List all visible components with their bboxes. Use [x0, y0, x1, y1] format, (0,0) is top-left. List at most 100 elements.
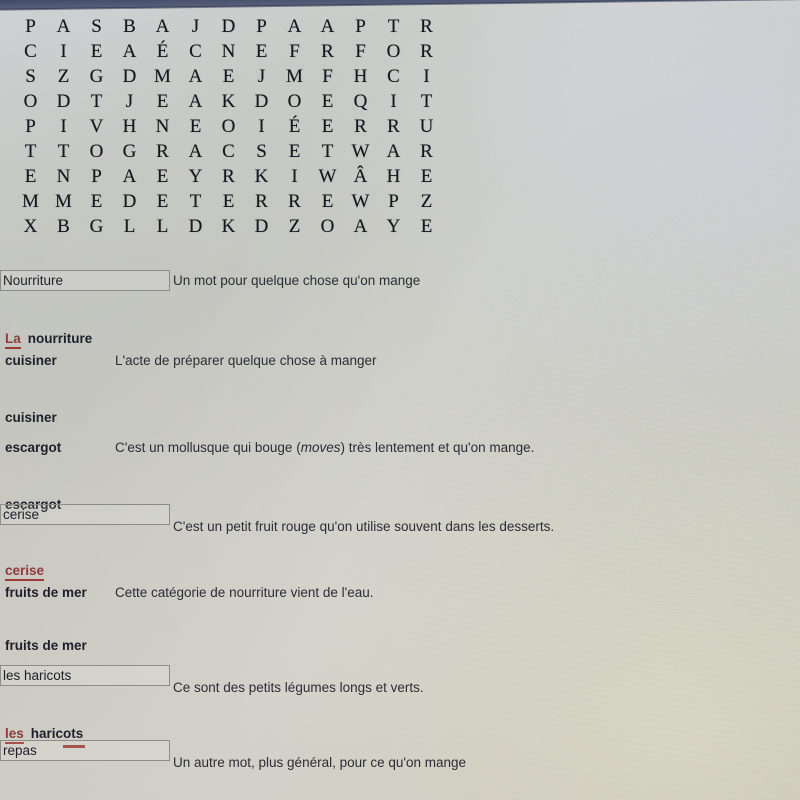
word-search-letter: Y — [386, 216, 401, 237]
word-search-letter: R — [321, 41, 334, 62]
word-search-letter: O — [287, 91, 302, 112]
clue-text-fruits-de-mer: Cette catégorie de nourriture vient de l… — [115, 585, 374, 600]
solution-text-fruits-de-mer: fruits de mer — [0, 638, 800, 653]
photographed-screen: PASBAJDPAAPTRCIEAÉCNEFRFORSZGDMAEJMFHCIO… — [0, 0, 800, 800]
word-search-letter: P — [25, 116, 36, 137]
word-search-letter: E — [288, 141, 301, 162]
word-search-letter: O — [386, 41, 401, 62]
word-search-letter: W — [351, 141, 370, 162]
word-search-letter: X — [23, 216, 38, 237]
word-search-letter: T — [24, 141, 37, 162]
solution-part: La — [5, 331, 21, 349]
word-search-letter: T — [321, 141, 334, 162]
word-search-letter: T — [420, 91, 433, 112]
answer-text-escargot[interactable]: escargot — [0, 440, 112, 455]
solution-part: haricots — [30, 726, 85, 748]
word-search-letter: H — [122, 116, 137, 137]
word-search-letter: I — [60, 116, 67, 137]
word-search-letter: F — [289, 41, 300, 62]
word-search-letter: A — [287, 16, 302, 37]
answer-text-fruits-de-mer[interactable]: fruits de mer — [0, 585, 112, 600]
word-search-letter: Z — [288, 216, 301, 237]
word-search-row: ENPAEYRKIWÂHE — [14, 164, 443, 189]
clue-text-cuisiner: L'acte de préparer quelque chose à mange… — [115, 353, 377, 368]
word-search-letter: E — [321, 91, 334, 112]
solution-text-nourriture: La nourriture — [0, 331, 800, 349]
exercise-prompt-line: repas Un autre mot, plus général, pour ce… — [0, 740, 800, 770]
word-search-letter: S — [25, 66, 36, 87]
solution-space — [24, 726, 31, 741]
word-search-letter: K — [221, 216, 236, 237]
answer-text-cuisiner[interactable]: cuisiner — [0, 353, 112, 368]
word-search-letter: F — [322, 66, 333, 87]
solution-part: fruits de mer — [5, 638, 87, 653]
word-search-letter: R — [156, 141, 169, 162]
word-search-letter: I — [390, 91, 397, 112]
word-search-letter: T — [57, 141, 70, 162]
word-search-letter: D — [254, 91, 269, 112]
word-search-letter: I — [60, 41, 67, 62]
word-search-letter: E — [189, 116, 202, 137]
answer-input-les-haricots[interactable]: les haricots — [0, 665, 170, 686]
word-search-letter: L — [123, 216, 136, 237]
exercise-row: cerise C'est un petit fruit rouge qu'on u… — [0, 504, 800, 581]
word-search-letter: S — [256, 141, 267, 162]
word-search-letter: R — [387, 116, 400, 137]
word-search-letter: E — [222, 66, 235, 87]
clue-text-escargot: C'est un mollusque qui bouge (moves) trè… — [115, 440, 535, 455]
word-search-letter: B — [123, 16, 136, 37]
answer-input-cerise[interactable]: cerise — [0, 504, 170, 525]
word-search-letter: A — [320, 16, 335, 37]
exercise-prompt-line: escargot C'est un mollusque qui bouge (mo… — [0, 440, 800, 455]
word-search-letter: Q — [353, 91, 368, 112]
word-search-letter: R — [420, 41, 433, 62]
word-search-letter: H — [386, 166, 401, 187]
word-search-letter: I — [258, 116, 265, 137]
word-search-letter: O — [221, 116, 236, 137]
word-search-letter: A — [122, 166, 137, 187]
word-search-row: XBGLLDKDZOAYE — [14, 214, 443, 239]
word-search-letter: O — [89, 141, 104, 162]
word-search-letter: R — [420, 141, 433, 162]
word-search-letter: C — [189, 41, 202, 62]
word-search-letter: K — [254, 166, 269, 187]
word-search-row: TTOGRACSETWAR — [14, 139, 443, 164]
exercise-row: cuisiner L'acte de préparer quelque chose… — [0, 353, 800, 425]
word-search-letter: Z — [420, 191, 433, 212]
word-search-letter: E — [321, 116, 334, 137]
word-search-letter: E — [255, 41, 268, 62]
word-search-letter: E — [90, 191, 103, 212]
word-search-letter: M — [22, 191, 39, 212]
word-search-letter: N — [56, 166, 71, 187]
word-search-letter: D — [188, 216, 203, 237]
word-search-letter: E — [222, 191, 235, 212]
word-search-letter: A — [188, 91, 203, 112]
word-search-letter: P — [91, 166, 102, 187]
word-search-letter: J — [125, 91, 134, 112]
word-search-letter: D — [254, 216, 269, 237]
word-search-letter: W — [318, 166, 337, 187]
answer-input-repas[interactable]: repas — [0, 740, 170, 761]
word-search-letter: G — [89, 216, 104, 237]
solution-part: cerise — [5, 563, 45, 581]
word-search-grid: PASBAJDPAAPTRCIEAÉCNEFRFORSZGDMAEJMFHCIO… — [14, 14, 443, 239]
exercise-prompt-line: cuisiner L'acte de préparer quelque chose… — [0, 353, 800, 368]
word-search-letter: U — [419, 116, 434, 137]
word-search-letter: A — [353, 216, 368, 237]
solution-text-cerise: cerise — [0, 563, 800, 581]
answer-input-nourriture[interactable]: Nourriture — [0, 270, 170, 291]
exercise-row: escargot C'est un mollusque qui bouge (mo… — [0, 440, 800, 512]
word-search-letter: E — [156, 166, 169, 187]
word-search-letter: R — [222, 166, 235, 187]
word-search-letter: D — [56, 91, 71, 112]
exercise-row: les haricots Ce sont des petits légumes l… — [0, 665, 800, 748]
exercise-row: fruits de mer Cette catégorie de nourritu… — [0, 585, 800, 653]
word-search-letter: É — [156, 41, 169, 62]
exercise-prompt-line: les haricots Ce sont des petits légumes l… — [0, 665, 800, 695]
clue-text-cerise: C'est un petit fruit rouge qu'on utilise… — [173, 519, 555, 534]
word-search-letter: M — [286, 66, 303, 87]
exercise-prompt-line: fruits de mer Cette catégorie de nourritu… — [0, 585, 800, 600]
word-search-letter: R — [255, 191, 268, 212]
word-search-letter: A — [122, 41, 137, 62]
clue-text-les-haricots: Ce sont des petits légumes longs et vert… — [173, 680, 424, 695]
